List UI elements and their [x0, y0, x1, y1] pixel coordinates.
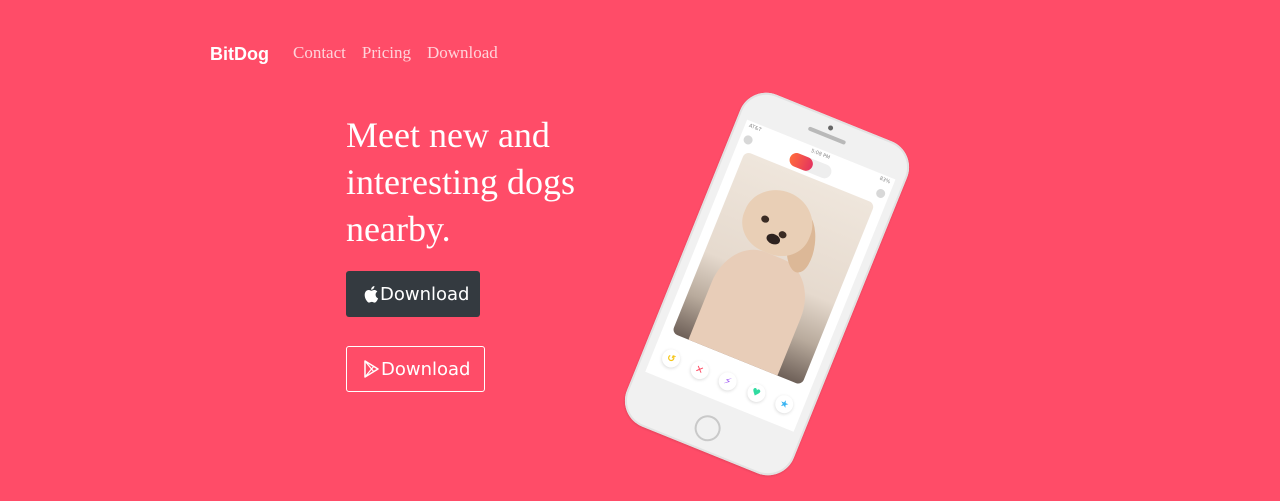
- profile-icon: [742, 134, 754, 146]
- rewind-icon: ↺: [659, 346, 683, 371]
- boost-icon: ⚡: [715, 369, 740, 394]
- apple-icon: [362, 285, 379, 303]
- phone-mockup: AT&T 5:08 PM 83% ↺ ✕ ⚡ ♥ ★: [607, 84, 918, 484]
- brand-logo[interactable]: BitDog: [210, 44, 269, 65]
- nope-icon: ✕: [687, 358, 712, 382]
- dog-photo: [671, 151, 875, 386]
- nav-link-pricing[interactable]: Pricing: [362, 43, 411, 63]
- google-play-download-button[interactable]: Download: [346, 346, 485, 392]
- battery-text: 83%: [878, 175, 892, 186]
- camera-icon: [827, 124, 834, 132]
- like-icon: ♥: [744, 381, 768, 405]
- home-button: [690, 411, 725, 446]
- nav-link-download[interactable]: Download: [427, 43, 498, 63]
- superlike-icon: ★: [772, 392, 796, 416]
- google-play-button-label: Download: [381, 358, 471, 380]
- phone-frame: AT&T 5:08 PM 83% ↺ ✕ ⚡ ♥ ★: [616, 84, 918, 484]
- play-store-icon: [363, 360, 380, 378]
- carrier-text: AT&T: [747, 122, 763, 134]
- navbar: BitDog Contact Pricing Download: [210, 40, 514, 66]
- app-store-download-button[interactable]: Download: [346, 271, 480, 317]
- speaker-grille: [807, 126, 847, 145]
- dog-eye-left: [760, 214, 771, 224]
- hero-title: Meet new and interesting dogs nearby.: [346, 115, 575, 249]
- nav-link-contact[interactable]: Contact: [293, 43, 346, 63]
- phone-screen: AT&T 5:08 PM 83% ↺ ✕ ⚡ ♥ ★: [645, 119, 896, 432]
- chat-icon: [874, 187, 887, 200]
- app-store-button-label: Download: [380, 283, 470, 305]
